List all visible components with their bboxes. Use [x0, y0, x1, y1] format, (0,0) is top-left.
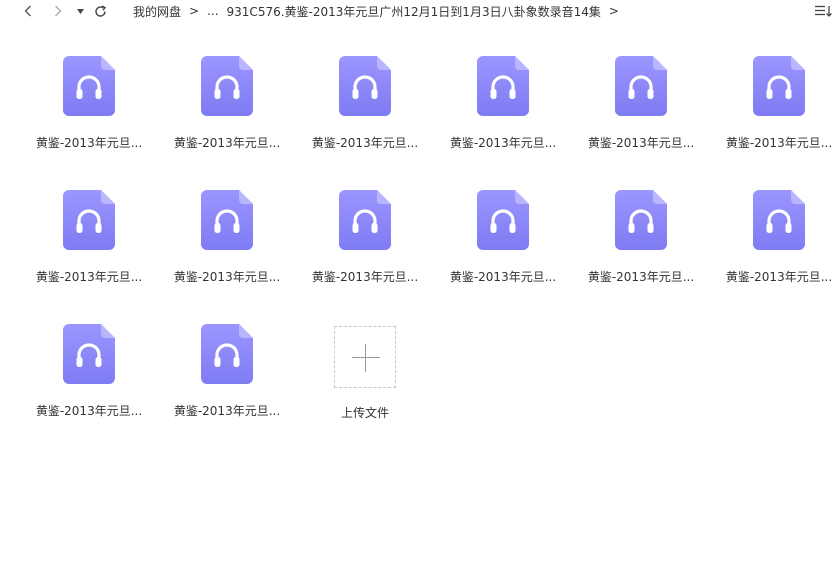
- file-name: 黄鉴-2013年元旦...: [311, 270, 419, 284]
- headphones-icon: [615, 190, 667, 250]
- file-tile[interactable]: 黄鉴-2013年元旦...: [20, 320, 158, 440]
- headphones-icon: [753, 56, 805, 116]
- file-name: 黄鉴-2013年元旦...: [173, 270, 281, 284]
- file-name: 黄鉴-2013年元旦...: [449, 136, 557, 150]
- breadcrumb-ellipsis[interactable]: ...: [207, 4, 218, 18]
- file-name: 黄鉴-2013年元旦...: [35, 404, 143, 418]
- file-tile[interactable]: 黄鉴-2013年元旦...: [158, 52, 296, 172]
- toolbar: 我的网盘 > ... 931C576.黄鉴-2013年元旦广州12月1日到1月3…: [0, 0, 839, 22]
- breadcrumb-current: 931C576.黄鉴-2013年元旦广州12月1日到1月3日八卦象数录音14集: [226, 4, 601, 19]
- refresh-icon: [94, 4, 106, 17]
- file-tile[interactable]: 黄鉴-2013年元旦...: [296, 186, 434, 306]
- file-tile[interactable]: 黄鉴-2013年元旦...: [158, 320, 296, 440]
- file-name: 黄鉴-2013年元旦...: [35, 136, 143, 150]
- headphones-icon: [63, 190, 115, 250]
- file-name: 黄鉴-2013年元旦...: [35, 270, 143, 284]
- file-tile[interactable]: 黄鉴-2013年元旦...: [572, 186, 710, 306]
- headphones-icon: [63, 56, 115, 116]
- back-button[interactable]: [20, 0, 36, 22]
- headphones-icon: [477, 190, 529, 250]
- headphones-icon: [615, 56, 667, 116]
- file-name: 黄鉴-2013年元旦...: [587, 136, 695, 150]
- file-name: 黄鉴-2013年元旦...: [449, 270, 557, 284]
- file-tile[interactable]: 黄鉴-2013年元旦...: [434, 52, 572, 172]
- file-tile[interactable]: 黄鉴-2013年元旦...: [710, 52, 839, 172]
- file-name: 黄鉴-2013年元旦...: [725, 136, 833, 150]
- file-name: 黄鉴-2013年元旦...: [311, 136, 419, 150]
- headphones-icon: [63, 324, 115, 384]
- breadcrumb: 我的网盘 > ... 931C576.黄鉴-2013年元旦广州12月1日到1月3…: [133, 0, 627, 22]
- chevron-left-icon: [24, 5, 31, 17]
- breadcrumb-separator: >: [189, 4, 200, 18]
- file-tile[interactable]: 黄鉴-2013年元旦...: [710, 186, 839, 306]
- history-dropdown-button[interactable]: [74, 0, 86, 22]
- refresh-button[interactable]: [92, 0, 108, 22]
- sort-button[interactable]: [815, 0, 833, 22]
- file-tile[interactable]: 黄鉴-2013年元旦...: [296, 52, 434, 172]
- headphones-icon: [753, 190, 805, 250]
- headphones-icon: [201, 56, 253, 116]
- sort-icon: [815, 5, 832, 17]
- headphones-icon: [339, 56, 391, 116]
- upload-label: 上传文件: [340, 406, 389, 420]
- file-name: 黄鉴-2013年元旦...: [173, 404, 281, 418]
- forward-button[interactable]: [50, 0, 66, 22]
- breadcrumb-separator-end[interactable]: >: [609, 4, 619, 18]
- file-name: 黄鉴-2013年元旦...: [587, 270, 695, 284]
- upload-button[interactable]: [334, 326, 396, 388]
- file-tile[interactable]: 黄鉴-2013年元旦...: [20, 186, 158, 306]
- breadcrumb-root[interactable]: 我的网盘: [133, 3, 181, 20]
- headphones-icon: [201, 190, 253, 250]
- file-tile[interactable]: 黄鉴-2013年元旦...: [572, 52, 710, 172]
- file-name: 黄鉴-2013年元旦...: [725, 270, 833, 284]
- upload-tile[interactable]: 上传文件: [296, 326, 434, 446]
- chevron-right-icon: [55, 5, 62, 17]
- caret-down-icon: [76, 8, 84, 14]
- file-tile[interactable]: 黄鉴-2013年元旦...: [158, 186, 296, 306]
- file-name: 黄鉴-2013年元旦...: [173, 136, 281, 150]
- headphones-icon: [477, 56, 529, 116]
- headphones-icon: [339, 190, 391, 250]
- headphones-icon: [201, 324, 253, 384]
- file-tile[interactable]: 黄鉴-2013年元旦...: [434, 186, 572, 306]
- file-tile[interactable]: 黄鉴-2013年元旦...: [20, 52, 158, 172]
